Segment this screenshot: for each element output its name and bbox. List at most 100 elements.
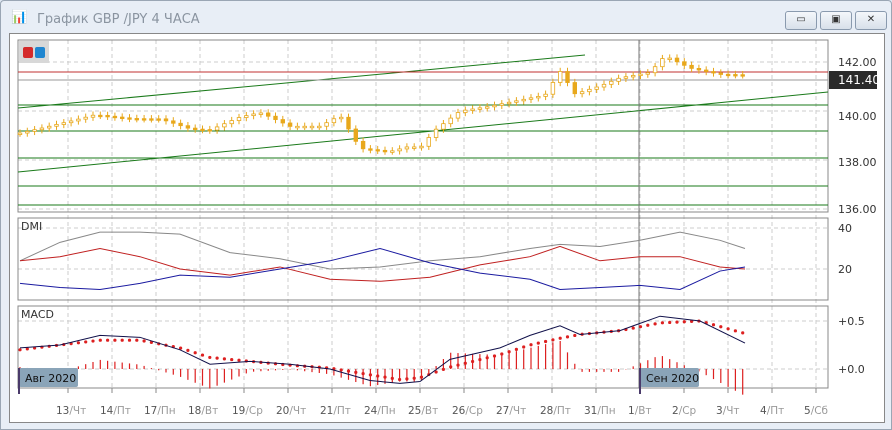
macd-signal-dot xyxy=(507,350,511,354)
macd-signal-dot xyxy=(514,347,519,351)
dmi-adx-line xyxy=(19,231,746,270)
candle-body xyxy=(594,86,599,90)
candle-body xyxy=(273,115,278,120)
macd-signal-dot xyxy=(76,341,80,345)
candle-body xyxy=(178,122,183,127)
candle-body xyxy=(338,116,344,120)
candle-body xyxy=(558,71,563,83)
macd-signal-dot xyxy=(631,326,635,330)
x-axis-weekday: /Пт xyxy=(553,405,571,417)
x-axis-label: 26/Ср xyxy=(452,405,483,417)
macd-line xyxy=(19,315,746,384)
candle-body xyxy=(105,114,110,118)
x-axis-label: 14/Пт xyxy=(100,405,131,417)
x-axis-day: 20 xyxy=(276,405,289,417)
x-axis-day: 24 xyxy=(364,405,378,417)
candle-body xyxy=(638,73,643,77)
candle-body xyxy=(404,146,410,150)
candle-body xyxy=(433,128,439,138)
candle-body xyxy=(601,83,607,88)
x-axis-label: 25/Вт xyxy=(408,405,438,417)
candle-body xyxy=(207,129,212,132)
candle-body xyxy=(521,98,526,102)
macd-signal-dot xyxy=(237,358,241,362)
blue-square-icon[interactable] xyxy=(35,47,45,58)
candle-body xyxy=(265,112,271,117)
candle-body xyxy=(141,118,147,121)
candle-body xyxy=(689,64,694,69)
macd-signal-dot xyxy=(120,338,124,342)
candle-body xyxy=(280,119,285,124)
x-axis-day: 18 xyxy=(188,405,201,417)
x-axis-day: 25 xyxy=(408,405,421,417)
price-label-136: 136.00 xyxy=(838,203,877,216)
dmi-panel xyxy=(17,217,829,301)
price-label-140: 140.00 xyxy=(838,110,877,123)
current-price: 141.40 xyxy=(838,73,880,87)
x-axis-weekday: /Вт xyxy=(421,405,438,417)
macd-signal-dot xyxy=(441,367,445,372)
candle-body xyxy=(550,82,556,95)
candle-body xyxy=(733,74,738,77)
macd-signal-dot xyxy=(135,338,139,342)
x-axis-label: 27/Чт xyxy=(496,405,526,417)
macd-signal-dot xyxy=(412,376,416,380)
x-axis-weekday: /Пт xyxy=(113,405,131,417)
x-axis-day: 17 xyxy=(144,405,157,417)
candle-body xyxy=(120,116,125,119)
x-axis-day: 2 xyxy=(672,405,679,417)
candle-body xyxy=(149,118,154,121)
x-axis-weekday: /Чт xyxy=(723,405,740,417)
candle-body xyxy=(587,88,592,93)
macd-signal-dot xyxy=(719,325,723,329)
price-label-138: 138.00 xyxy=(838,156,877,169)
x-axis-label: 5/Сб xyxy=(804,405,828,417)
candle-body xyxy=(718,72,723,75)
macd-signal-dot xyxy=(500,352,504,356)
red-square-icon[interactable] xyxy=(23,47,33,58)
x-axis-weekday: /Пн xyxy=(377,405,395,417)
candle-body xyxy=(616,77,621,82)
candle-body xyxy=(499,103,504,106)
x-axis-weekday: /Сб xyxy=(811,405,828,417)
macd-signal-dot xyxy=(733,329,738,333)
candle-body xyxy=(68,120,74,124)
x-axis-day: 19 xyxy=(232,405,245,417)
candle-body xyxy=(83,116,88,120)
candle-body xyxy=(251,113,256,117)
macd-signal-dot xyxy=(91,339,95,343)
candle-body xyxy=(411,146,417,149)
candle-body xyxy=(98,114,103,118)
candle-body xyxy=(112,115,118,119)
macd-signal-dot xyxy=(113,338,117,342)
x-axis-label: 3/Чт xyxy=(716,405,740,417)
x-axis-day: 1 xyxy=(628,405,635,417)
candle-body xyxy=(17,132,23,135)
macd-signal-dot xyxy=(485,356,489,360)
candle-body xyxy=(127,117,132,120)
macd-signal-dot xyxy=(536,341,540,345)
macd-signal-dot xyxy=(478,358,482,362)
price-label-142: 142.00 xyxy=(838,56,877,69)
dmi-plus_di-line xyxy=(19,245,746,282)
candle-body xyxy=(353,128,358,142)
x-axis-weekday: /Чт xyxy=(69,405,86,417)
candle-body xyxy=(375,149,380,152)
candle-body xyxy=(382,149,388,153)
x-axis-day: 21 xyxy=(320,405,333,417)
chart-canvas[interactable]: 142.00 140.00 138.00 136.00 141.40 DMI 4… xyxy=(0,0,892,430)
macd-signal-dot xyxy=(741,331,745,335)
x-axis-weekday: /Вт xyxy=(635,405,652,417)
macd-signal-dot xyxy=(463,361,467,365)
candle-body xyxy=(360,140,366,150)
x-axis-label: 20/Чт xyxy=(276,405,306,417)
macd-signal-dot xyxy=(127,338,132,342)
x-axis-weekday: /Вт xyxy=(201,405,218,417)
x-axis-day: 28 xyxy=(540,405,553,417)
candle-body xyxy=(368,148,373,151)
candle-body xyxy=(258,112,264,115)
x-axis-weekday: /Чт xyxy=(509,405,526,417)
macd-signal-dot xyxy=(18,348,22,352)
candle-body xyxy=(711,71,716,74)
candle-body xyxy=(492,104,497,108)
